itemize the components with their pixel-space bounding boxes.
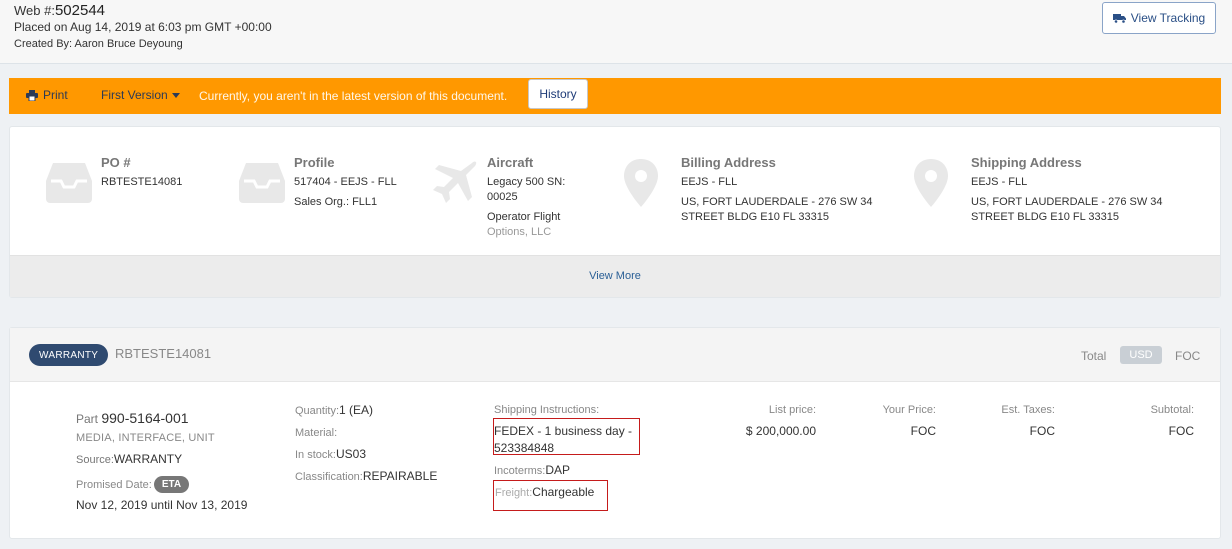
- source-value: WARRANTY: [113, 452, 183, 466]
- map-pin-icon: [914, 159, 948, 207]
- quantity-line: Quantity:1 (EA): [295, 403, 373, 417]
- aircraft-operator-cont: Options, LLC: [487, 226, 552, 238]
- freight-value: Chargeable: [532, 485, 595, 499]
- incoterms-value: DAP: [545, 463, 571, 477]
- version-warning: Currently, you aren't in the latest vers…: [199, 89, 508, 103]
- stock-line: In stock:US03: [295, 447, 366, 461]
- billing-title: Billing Address: [681, 155, 776, 170]
- billing-address-line1: US, FORT LAUDERDALE - 276 SW 34: [681, 196, 873, 208]
- incoterms-line: Incoterms:DAP: [494, 463, 570, 477]
- print-button[interactable]: Print: [26, 88, 68, 102]
- view-more-link[interactable]: View More: [10, 270, 1220, 282]
- currency-badge: USD: [1120, 346, 1162, 364]
- promised-label: Promised Date:: [76, 478, 152, 491]
- aircraft-serial: 00025: [487, 191, 518, 203]
- material-label: Material:: [295, 427, 338, 439]
- line-item-card: WARRANTY RBTESTE14081 Total USD FOC Part…: [9, 327, 1221, 539]
- view-more-bar: View More: [10, 255, 1220, 297]
- warranty-badge: WARRANTY: [29, 344, 109, 366]
- classification-line: Classification:REPAIRABLE: [295, 469, 437, 483]
- shipping-name: EEJS - FLL: [971, 176, 1028, 188]
- version-toolbar: Print First Version Currently, you aren'…: [9, 78, 1221, 114]
- shipping-title: Shipping Address: [971, 155, 1082, 170]
- view-tracking-button[interactable]: View Tracking: [1102, 2, 1216, 34]
- classification-label: Classification:: [295, 471, 363, 483]
- po-title: PO #: [101, 155, 131, 170]
- classification-value: REPAIRABLE: [362, 469, 438, 483]
- po-section: PO # RBTESTE14081: [101, 155, 182, 190]
- part-description: MEDIA, INTERFACE, UNIT: [76, 432, 215, 444]
- source-label: Source:: [76, 454, 114, 466]
- stock-value: US03: [335, 447, 366, 461]
- order-header: Web #:502544 Placed on Aug 14, 2019 at 6…: [0, 0, 1232, 64]
- truck-icon: [1112, 13, 1126, 23]
- aircraft-model: Legacy 500 SN:: [487, 176, 566, 188]
- sales-org-line: Sales Org.: FLL1: [294, 196, 378, 208]
- freight-line: Freight:Chargeable: [495, 485, 594, 499]
- inbox-icon: [46, 163, 92, 203]
- taxes-value: FOC: [1029, 424, 1055, 438]
- total-label: Total: [1081, 349, 1107, 363]
- profile-line: 517404 - EEJS - FLL: [294, 176, 397, 188]
- inbox-icon: [239, 163, 285, 203]
- list-price-value: $ 200,000.00: [745, 424, 816, 438]
- freight-label: Freight:: [495, 487, 533, 499]
- order-info-card: PO # RBTESTE14081 Profile 517404 - EEJS …: [9, 126, 1221, 298]
- web-number-line: Web #:502544: [14, 2, 105, 19]
- airplane-icon: [433, 161, 477, 203]
- history-button[interactable]: History: [528, 79, 588, 109]
- profile-section: Profile 517404 - EEJS - FLL Sales Org.: …: [294, 155, 397, 210]
- billing-address-line2: STREET BLDG E10 FL 33315: [681, 211, 829, 223]
- total-value: FOC: [1175, 349, 1201, 363]
- promised-date-line: Promised Date: ETA: [76, 476, 190, 493]
- shipping-address-line1: US, FORT LAUDERDALE - 276 SW 34: [971, 196, 1163, 208]
- map-pin-icon: [624, 159, 658, 207]
- quantity-label: Quantity:: [295, 405, 340, 417]
- aircraft-title: Aircraft: [487, 155, 534, 170]
- po-value: RBTESTE14081: [101, 176, 183, 188]
- created-by: Created By: Aaron Bruce Deyoung: [14, 38, 183, 50]
- material-line: Material:: [295, 425, 337, 439]
- taxes-label: Est. Taxes:: [1001, 404, 1055, 416]
- web-number: 502544: [54, 2, 106, 19]
- version-label: First Version: [101, 88, 168, 102]
- part-number: 990-5164-001: [101, 410, 189, 426]
- web-label: Web #:: [14, 3, 55, 18]
- source-line: Source:WARRANTY: [76, 452, 182, 466]
- subtotal-value: FOC: [1168, 424, 1194, 438]
- stock-label: In stock:: [295, 449, 336, 461]
- placed-date: Placed on Aug 14, 2019 at 6:03 pm GMT +0…: [14, 20, 272, 34]
- shipping-section: Shipping Address EEJS - FLL US, FORT LAU…: [971, 155, 1163, 225]
- billing-name: EEJS - FLL: [681, 176, 738, 188]
- eta-badge: ETA: [153, 476, 190, 493]
- subtotal-label: Subtotal:: [1150, 404, 1194, 416]
- your-price-label: Your Price:: [882, 404, 936, 416]
- quantity-value: 1 (EA): [339, 403, 374, 417]
- caret-down-icon: [171, 92, 180, 98]
- incoterms-label: Incoterms:: [494, 465, 546, 477]
- line-item-header: WARRANTY RBTESTE14081 Total USD FOC: [10, 328, 1220, 382]
- your-price-value: FOC: [910, 424, 936, 438]
- view-tracking-label: View Tracking: [1130, 11, 1206, 25]
- print-label: Print: [43, 88, 68, 102]
- profile-title: Profile: [294, 155, 335, 170]
- shipping-instructions-label: Shipping Instructions:: [494, 404, 600, 416]
- item-po-number: RBTESTE14081: [115, 346, 212, 361]
- list-price-label: List price:: [768, 404, 816, 416]
- shipping-address-line2: STREET BLDG E10 FL 33315: [971, 211, 1119, 223]
- aircraft-operator: Operator Flight: [487, 211, 561, 223]
- version-dropdown[interactable]: First Version: [101, 88, 180, 102]
- aircraft-section: Aircraft Legacy 500 SN: 00025 Operator F…: [487, 155, 565, 240]
- part-line: Part 990-5164-001: [76, 410, 189, 426]
- billing-section: Billing Address EEJS - FLL US, FORT LAUD…: [681, 155, 873, 225]
- printer-icon: [26, 89, 38, 101]
- promised-date-range: Nov 12, 2019 until Nov 13, 2019: [76, 498, 248, 512]
- part-label: Part: [76, 412, 99, 426]
- shipping-instructions-value: FEDEX - 1 business day - 523384848: [494, 424, 633, 455]
